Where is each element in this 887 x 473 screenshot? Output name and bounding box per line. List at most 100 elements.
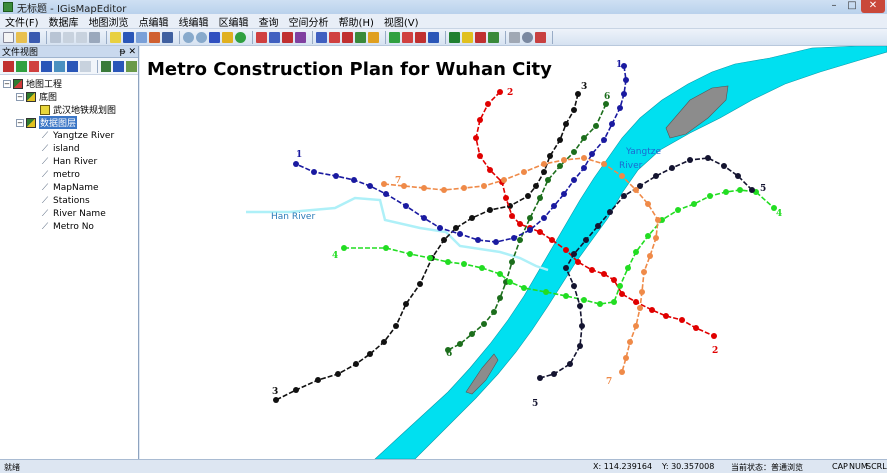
- menu-area-edit[interactable]: 区编辑: [214, 14, 254, 29]
- metro-station[interactable]: [571, 177, 577, 183]
- metro-station[interactable]: [735, 173, 741, 179]
- metro-station[interactable]: [711, 333, 717, 339]
- collapse-icon[interactable]: −: [3, 79, 11, 88]
- metro-station[interactable]: [381, 339, 387, 345]
- metro-station[interactable]: [497, 295, 503, 301]
- tree-layer[interactable]: ⟋ MapName: [40, 181, 99, 194]
- menu-database[interactable]: 数据库: [44, 14, 84, 29]
- metro-station[interactable]: [445, 259, 451, 265]
- metro-station[interactable]: [621, 193, 627, 199]
- metro-station[interactable]: [441, 187, 447, 193]
- metro-station[interactable]: [417, 281, 423, 287]
- metro-station[interactable]: [655, 217, 661, 223]
- metro-station[interactable]: [581, 165, 587, 171]
- metro-station[interactable]: [453, 225, 459, 231]
- search-icon[interactable]: [522, 31, 533, 43]
- metro-station[interactable]: [545, 177, 551, 183]
- add-area-icon[interactable]: [389, 31, 400, 43]
- metro-station[interactable]: [487, 167, 493, 173]
- area-attribute-icon[interactable]: [488, 31, 499, 43]
- metro-station[interactable]: [601, 137, 607, 143]
- close-button[interactable]: ✕: [861, 0, 885, 13]
- metro-station[interactable]: [403, 301, 409, 307]
- help-icon[interactable]: [67, 60, 78, 72]
- metro-station[interactable]: [527, 215, 533, 221]
- menu-line-edit[interactable]: 线编辑: [174, 14, 214, 29]
- metro-station[interactable]: [687, 157, 693, 163]
- metro-station[interactable]: [575, 259, 581, 265]
- metro-station[interactable]: [577, 303, 583, 309]
- metro-station[interactable]: [541, 161, 547, 167]
- metro-station[interactable]: [563, 293, 569, 299]
- metro-station[interactable]: [511, 235, 517, 241]
- metro-station[interactable]: [561, 157, 567, 163]
- metro-station[interactable]: [619, 173, 625, 179]
- copy-layer-icon[interactable]: [79, 60, 91, 72]
- menu-map-browse[interactable]: 地图浏览: [84, 14, 134, 29]
- tree-layer[interactable]: ⟋ island: [40, 142, 80, 155]
- metro-station[interactable]: [637, 305, 643, 311]
- query-icon[interactable]: [509, 31, 520, 43]
- metro-station[interactable]: [421, 215, 427, 221]
- metro-station[interactable]: [381, 181, 387, 187]
- collapse-icon[interactable]: −: [16, 118, 24, 127]
- metro-station[interactable]: [619, 291, 625, 297]
- add-layer-icon[interactable]: [15, 60, 27, 72]
- pin-icon[interactable]: ᵽ: [119, 47, 125, 57]
- metro-station[interactable]: [403, 203, 409, 209]
- metro-station[interactable]: [557, 163, 563, 169]
- delete-point-icon[interactable]: [282, 31, 293, 43]
- layer-icon[interactable]: [110, 31, 121, 43]
- metro-station[interactable]: [537, 229, 543, 235]
- metro-station[interactable]: [543, 289, 549, 295]
- copy-icon[interactable]: [63, 31, 74, 43]
- minimize-button[interactable]: –: [825, 0, 843, 13]
- metro-station[interactable]: [693, 325, 699, 331]
- metro-station[interactable]: [481, 183, 487, 189]
- metro-station[interactable]: [653, 235, 659, 241]
- metro-station[interactable]: [477, 117, 483, 123]
- metro-station[interactable]: [647, 253, 653, 259]
- metro-station[interactable]: [641, 269, 647, 275]
- metro-station[interactable]: [507, 279, 513, 285]
- metro-station[interactable]: [315, 377, 321, 383]
- metro-station[interactable]: [441, 237, 447, 243]
- metro-station[interactable]: [457, 341, 463, 347]
- metro-station[interactable]: [353, 361, 359, 367]
- metro-station[interactable]: [679, 317, 685, 323]
- metro-station[interactable]: [497, 271, 503, 277]
- menu-spatial-analysis[interactable]: 空间分析: [284, 14, 334, 29]
- metro-station[interactable]: [669, 165, 675, 171]
- menu-point-edit[interactable]: 点编辑: [134, 14, 174, 29]
- metro-station[interactable]: [707, 193, 713, 199]
- metro-station[interactable]: [481, 321, 487, 327]
- open-folder-icon[interactable]: [16, 31, 27, 43]
- metro-station[interactable]: [477, 153, 483, 159]
- metro-station[interactable]: [571, 107, 577, 113]
- tree-layer[interactable]: ⟋ River Name: [40, 207, 106, 220]
- metro-station[interactable]: [567, 361, 573, 367]
- menu-file[interactable]: 文件(F): [0, 14, 44, 29]
- metro-station[interactable]: [581, 297, 587, 303]
- metro-station[interactable]: [551, 203, 557, 209]
- metro-station[interactable]: [581, 135, 587, 141]
- metro-station[interactable]: [609, 121, 615, 127]
- metro-station[interactable]: [503, 195, 509, 201]
- print-icon[interactable]: [89, 31, 100, 43]
- metro-station[interactable]: [509, 259, 515, 265]
- metro-station[interactable]: [557, 137, 563, 143]
- metro-station[interactable]: [493, 239, 499, 245]
- metro-station[interactable]: [497, 89, 503, 95]
- metro-station[interactable]: [611, 277, 617, 283]
- metro-station[interactable]: [675, 207, 681, 213]
- metro-station[interactable]: [525, 193, 531, 199]
- metro-station[interactable]: [653, 173, 659, 179]
- split-line-icon[interactable]: [368, 31, 379, 43]
- delete-area-icon[interactable]: [415, 31, 426, 43]
- tree-base-group[interactable]: − 底图: [16, 90, 57, 103]
- metro-station[interactable]: [335, 371, 341, 377]
- grid-icon[interactable]: [136, 31, 147, 43]
- metro-station[interactable]: [457, 231, 463, 237]
- tree-layer[interactable]: ⟋ Yangtze River: [40, 129, 114, 142]
- metro-station[interactable]: [737, 187, 743, 193]
